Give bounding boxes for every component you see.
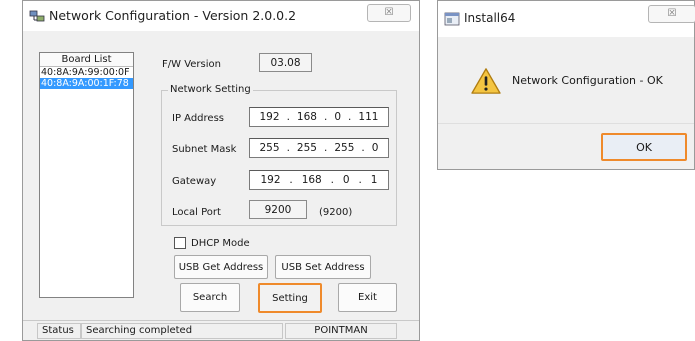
ip-address-input[interactable]: 192. 168. 0. 111 (249, 107, 389, 127)
ip-octet: 255 (334, 142, 355, 154)
network-setting-title: Network Setting (168, 84, 253, 95)
fw-version-label: F/W Version (162, 59, 221, 70)
network-configuration-window: Network Configuration - Version 2.0.0.2 … (22, 0, 420, 341)
ip-octet: 255 (259, 142, 280, 154)
status-label: Status (37, 323, 81, 339)
installer-app-icon (444, 12, 460, 26)
gateway-input[interactable]: 192. 168. 0. 1 (249, 170, 389, 190)
dialog-close-button[interactable]: ☒ (648, 5, 695, 23)
ok-button[interactable]: OK (601, 133, 687, 161)
ip-octet: 0 (371, 142, 379, 154)
dialog-title: Install64 (464, 11, 516, 25)
board-list-item-selected[interactable]: 40:8A:9A:00:1F:78 (40, 78, 133, 89)
usb-set-address-button[interactable]: USB Set Address (275, 255, 371, 279)
ip-address-label: IP Address (172, 113, 224, 124)
dhcp-mode-checkbox[interactable] (174, 237, 186, 249)
local-port-hint: (9200) (319, 207, 353, 218)
exit-button[interactable]: Exit (338, 283, 397, 312)
ip-octet: 0 (334, 111, 342, 123)
local-port-value: 9200 (249, 200, 307, 219)
dialog-message: Network Configuration - OK (512, 74, 663, 87)
close-icon: ☒ (384, 7, 394, 18)
install64-dialog: Install64 ☒ Network Configuration - OK O… (437, 0, 695, 170)
status-message: Searching completed (81, 323, 283, 339)
ip-octet: 192 (260, 174, 281, 186)
ip-octet: 168 (301, 174, 322, 186)
subnet-mask-label: Subnet Mask (172, 144, 237, 155)
ip-octet: 192 (259, 111, 280, 123)
search-button[interactable]: Search (180, 283, 240, 312)
dhcp-mode-label: DHCP Mode (191, 238, 250, 249)
ip-octet: 0 (342, 174, 350, 186)
gateway-label: Gateway (172, 176, 217, 187)
board-list-header: Board List (40, 53, 133, 67)
ip-octet: 111 (358, 111, 379, 123)
ip-octet: 168 (296, 111, 317, 123)
close-icon: ☒ (667, 8, 677, 19)
dialog-title-bar: Install64 ☒ (438, 1, 695, 37)
ip-octet: 1 (370, 174, 378, 186)
local-port-label: Local Port (172, 207, 221, 218)
close-button[interactable]: ☒ (367, 4, 411, 22)
brand-label: POINTMAN (285, 323, 397, 339)
fw-version-value: 03.08 (259, 53, 312, 72)
ip-octet: 255 (296, 142, 317, 154)
setting-button[interactable]: Setting (258, 283, 322, 313)
board-list[interactable]: Board List 40:8A:9A:99:00:0F 40:8A:9A:00… (39, 52, 134, 298)
subnet-mask-input[interactable]: 255. 255. 255. 0 (249, 138, 389, 158)
network-app-icon (29, 10, 45, 22)
board-list-item[interactable]: 40:8A:9A:99:00:0F (40, 67, 133, 78)
status-bar: Status Searching completed POINTMAN (23, 320, 419, 340)
warning-icon (471, 68, 501, 94)
usb-get-address-button[interactable]: USB Get Address (174, 255, 268, 279)
window-title: Network Configuration - Version 2.0.0.2 (49, 8, 297, 23)
title-bar: Network Configuration - Version 2.0.0.2 … (23, 1, 419, 31)
